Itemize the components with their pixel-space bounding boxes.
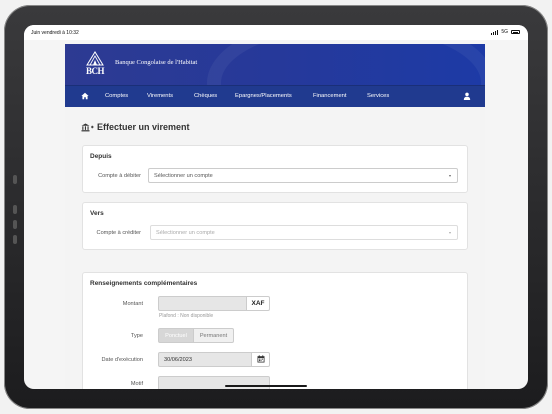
- amount-label: Montant: [122, 301, 143, 307]
- debit-account-value: Sélectionner un compte: [154, 173, 213, 179]
- chevron-down-icon: [449, 232, 451, 234]
- execution-date-label: Date d'exécution: [101, 357, 144, 363]
- source-account-card: Depuis Compte à débiter Sélectionner un …: [82, 145, 468, 193]
- type-permanent-option[interactable]: Permanent: [194, 328, 234, 343]
- page-title-text: Effectuer un virement: [97, 122, 190, 132]
- status-time: Juin vendredi à 10:32: [31, 30, 79, 36]
- tablet-side-button: [13, 175, 17, 184]
- currency-addon: XAF: [246, 296, 270, 311]
- additional-info-card: Renseignements complémentaires Montant X…: [82, 272, 468, 389]
- type-label: Type: [130, 333, 143, 339]
- tablet-side-button: [13, 235, 17, 244]
- nav-comptes[interactable]: Comptes: [105, 93, 128, 99]
- header-banner: BCH Banque Congolaise de l'Habitat: [65, 44, 485, 85]
- status-indicators: 5G: [491, 29, 520, 35]
- logo-text: BCH: [85, 66, 105, 76]
- bank-transfer-icon: [81, 123, 94, 131]
- nav-financement[interactable]: Financement: [313, 93, 347, 99]
- bank-logo[interactable]: BCH: [84, 51, 106, 81]
- battery-icon: [511, 30, 520, 34]
- ceiling-hint: Plafond : Non disponible: [159, 313, 214, 319]
- destination-card-title: Vers: [90, 210, 104, 217]
- calendar-icon: [257, 355, 264, 363]
- info-card-title: Renseignements complémentaires: [90, 280, 198, 287]
- credit-account-select[interactable]: Sélectionner un compte: [150, 225, 458, 240]
- tablet-side-button: [13, 220, 17, 229]
- network-type: 5G: [501, 29, 508, 35]
- motif-label: Motif: [130, 381, 143, 387]
- main-navbar: Comptes Virements Chèques Epargnes/Place…: [65, 85, 485, 107]
- chevron-down-icon: [449, 175, 451, 177]
- nav-epargnes-placements[interactable]: Epargnes/Placements: [235, 93, 292, 99]
- web-page: BCH Banque Congolaise de l'Habitat Compt…: [65, 44, 485, 389]
- nav-virements[interactable]: Virements: [147, 93, 173, 99]
- calendar-button[interactable]: [251, 352, 270, 367]
- debit-account-label: Compte à débiter: [98, 173, 141, 179]
- type-ponctuel-option[interactable]: Ponctuel: [158, 328, 194, 343]
- motif-input[interactable]: [158, 376, 270, 389]
- amount-input[interactable]: [158, 296, 247, 311]
- nav-cheques[interactable]: Chèques: [194, 93, 217, 99]
- tablet-frame: Juin vendredi à 10:32 5G BCH Banque Cong…: [4, 5, 548, 409]
- home-icon[interactable]: [81, 92, 89, 100]
- nav-services[interactable]: Services: [367, 93, 389, 99]
- execution-date-input[interactable]: 30/06/2023: [158, 352, 252, 367]
- source-card-title: Depuis: [90, 153, 112, 160]
- destination-account-card: Vers Compte à créditer Sélectionner un c…: [82, 202, 468, 250]
- logo-house-icon: [86, 51, 104, 66]
- bank-name: Banque Congolaise de l'Habitat: [115, 59, 198, 66]
- home-indicator[interactable]: [225, 385, 307, 387]
- status-bar: Juin vendredi à 10:32 5G: [24, 25, 528, 40]
- user-icon[interactable]: [463, 92, 471, 100]
- credit-account-value: Sélectionner un compte: [156, 230, 215, 236]
- tablet-side-button: [13, 205, 17, 214]
- signal-icon: [491, 30, 499, 35]
- page-title: Effectuer un virement: [81, 122, 190, 132]
- debit-account-select[interactable]: Sélectionner un compte: [148, 168, 458, 183]
- credit-account-label: Compte à créditer: [96, 230, 141, 236]
- tablet-screen: Juin vendredi à 10:32 5G BCH Banque Cong…: [24, 25, 528, 389]
